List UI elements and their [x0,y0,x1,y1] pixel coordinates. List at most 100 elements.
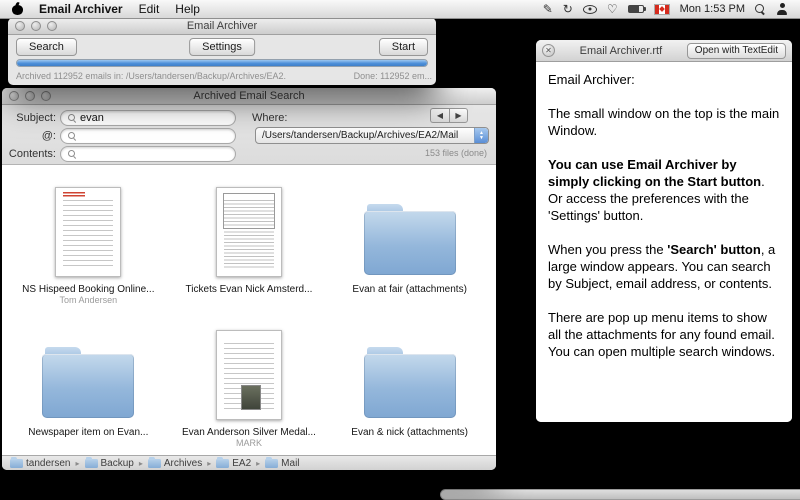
subject-search-field[interactable] [60,110,236,126]
start-button[interactable]: Start [379,38,428,56]
window-controls[interactable] [9,91,51,101]
path-separator-icon: ▸ [207,459,211,468]
subject-input[interactable] [80,112,228,124]
where-popup[interactable]: /Users/tandersen/Backup/Archives/EA2/Mai… [255,127,489,144]
horizontal-scrollbar[interactable] [440,489,800,500]
close-button[interactable] [15,21,25,31]
paragraph: There are pop up menu items to show all … [548,309,780,360]
path-item[interactable]: tandersen [10,458,70,469]
preview-titlebar[interactable]: ✕ Email Archiver.rtf Open with TextEdit [536,40,792,62]
grid-item[interactable]: Tickets Evan Nick Amsterd... [169,167,330,310]
paragraph: You can use Email Archiver by simply cli… [548,156,780,224]
path-label: Archives [164,458,202,469]
paragraph [548,139,780,156]
minimize-button[interactable] [31,21,41,31]
zoom-button[interactable] [47,21,57,31]
path-item[interactable]: Archives [148,458,202,469]
progress-bar [16,59,428,67]
path-item[interactable]: Backup [85,458,134,469]
address-search-field[interactable] [60,128,236,144]
rtf-content: Email Archiver: The small window on the t… [536,62,792,422]
path-bar: tandersen ▸ Backup ▸ Archives ▸ EA2 ▸ Mail [2,455,496,470]
paragraph: Email Archiver: [548,71,780,88]
folder-icon [364,354,456,418]
path-separator-icon: ▸ [139,459,143,468]
spotlight-icon[interactable] [755,4,766,15]
settings-button[interactable]: Settings [189,38,255,56]
heart-icon[interactable]: ♡ [607,3,618,15]
path-item[interactable]: Mail [265,458,299,469]
paragraph [548,224,780,241]
path-separator-icon: ▸ [256,459,260,468]
where-value: /Users/tandersen/Backup/Archives/EA2/Mai… [262,130,474,141]
zoom-button[interactable] [41,91,51,101]
menu-help[interactable]: Help [175,2,200,16]
search-window-titlebar[interactable]: Archived Email Search [2,88,496,105]
item-label: Newspaper item on Evan... [28,427,148,438]
paragraph [548,88,780,105]
user-icon[interactable] [776,3,788,15]
path-label: tandersen [26,458,70,469]
search-form: Subject: @: Contents: Where: /Users/tand… [2,105,496,165]
icon-grid: NS Hispeed Booking Online...Tom Andersen… [2,165,496,455]
address-input[interactable] [80,130,228,142]
preview-window: ✕ Email Archiver.rtf Open with TextEdit … [536,40,792,422]
status-bar: Archived 112952 emails in: /Users/tander… [16,71,432,81]
path-label: Backup [101,458,134,469]
item-subtitle: MARK [236,438,262,449]
subject-label: Subject: [4,112,56,124]
menu-edit[interactable]: Edit [139,2,160,16]
progress-fill [17,60,427,66]
close-button[interactable] [9,91,19,101]
menu-app[interactable]: Email Archiver [39,2,123,16]
minimize-button[interactable] [25,91,35,101]
item-label: NS Hispeed Booking Online... [22,284,154,295]
document-thumbnail [216,187,282,277]
preview-title: Email Archiver.rtf [559,45,683,57]
document-thumbnail [55,187,121,277]
contents-search-field[interactable] [60,146,236,162]
open-with-textedit-button[interactable]: Open with TextEdit [687,43,786,59]
paragraph: The small window on the top is the main … [548,105,780,139]
menu-clock[interactable]: Mon 1:53 PM [680,3,745,15]
search-icon [68,114,76,122]
item-subtitle: Tom Andersen [60,295,118,306]
paragraph: When you press the 'Search' button, a la… [548,241,780,292]
address-label: @: [4,130,56,142]
grid-item[interactable]: Evan at fair (attachments) [329,167,490,310]
item-label: Evan & nick (attachments) [351,427,468,438]
contents-label: Contents: [4,148,56,160]
path-item[interactable]: EA2 [216,458,251,469]
grid-item[interactable]: Evan & nick (attachments) [329,310,490,453]
folder-icon [85,459,98,468]
grid-item[interactable]: Evan Anderson Silver Medal...MARK [169,310,330,453]
close-icon[interactable]: ✕ [542,44,555,57]
where-label: Where: [252,112,296,124]
folder-icon [148,459,161,468]
window-title: Archived Email Search [193,90,304,102]
canada-flag-icon[interactable] [654,4,670,15]
search-button[interactable]: Search [16,38,77,56]
main-window-titlebar[interactable]: Email Archiver [8,18,436,35]
item-label: Evan at fair (attachments) [352,284,467,295]
folder-icon [216,459,229,468]
status-archived-text: Archived 112952 emails in: /Users/tander… [16,71,286,81]
status-done-text: Done: 112952 em... [354,71,432,81]
back-button[interactable]: ◀ [430,108,449,123]
sync-icon[interactable]: ↻ [563,3,573,15]
folder-icon [364,211,456,275]
search-window: Archived Email Search Subject: @: Conten… [2,88,496,470]
path-separator-icon: ▸ [75,459,79,468]
apple-menu-icon[interactable] [12,3,23,15]
popup-arrows-icon: ▲ ▼ [474,128,488,143]
pencil-icon[interactable]: ✎ [543,3,553,15]
grid-item[interactable]: NS Hispeed Booking Online...Tom Andersen [8,167,169,310]
window-controls[interactable] [15,21,57,31]
battery-icon[interactable] [628,5,644,13]
eye-icon[interactable] [583,5,597,14]
grid-item[interactable]: Newspaper item on Evan... [8,310,169,453]
path-label: Mail [281,458,299,469]
forward-button[interactable]: ▶ [449,108,468,123]
item-label: Evan Anderson Silver Medal... [182,427,316,438]
contents-input[interactable] [80,148,228,160]
